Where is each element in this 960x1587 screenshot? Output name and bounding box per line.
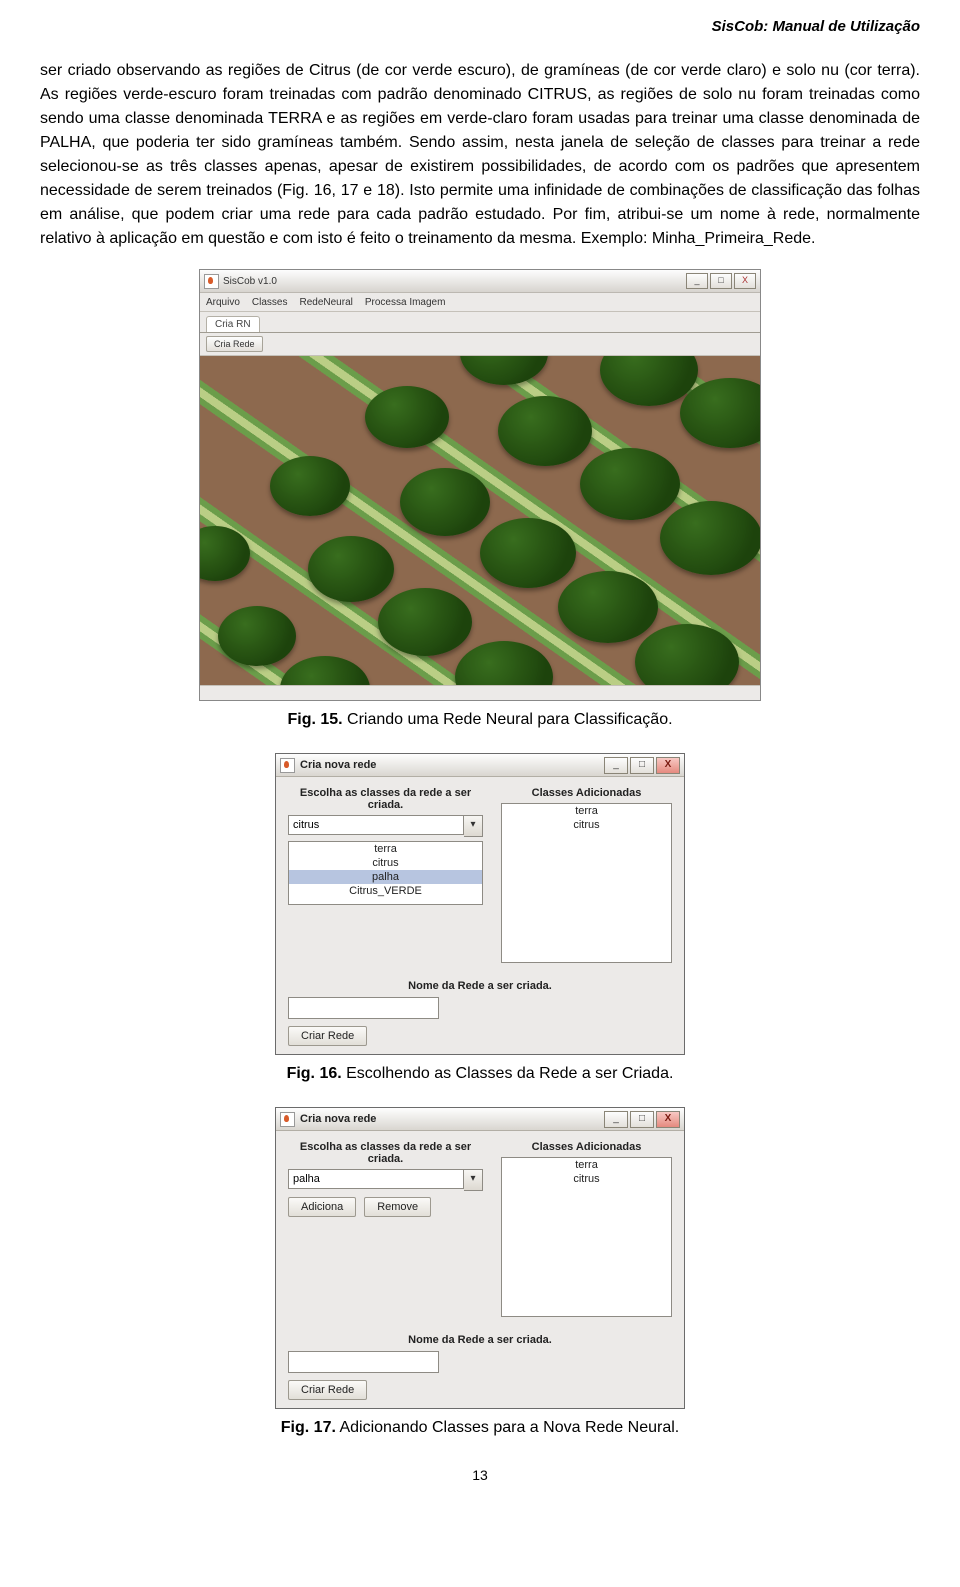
- list-item[interactable]: terra: [289, 842, 482, 856]
- maximize-button[interactable]: □: [630, 1111, 654, 1128]
- added-listbox[interactable]: terra citrus: [501, 1157, 672, 1317]
- network-name-input[interactable]: [288, 1351, 439, 1373]
- toolbar: Cria Rede: [200, 333, 760, 356]
- titlebar: SisCob v1.0 _ □ X: [200, 270, 760, 293]
- java-icon: [204, 274, 219, 289]
- dialog-title: Cria nova rede: [300, 1113, 376, 1125]
- caption-16-text: Escolhendo as Classes da Rede a ser Cria…: [342, 1065, 674, 1082]
- figure-15: SisCob v1.0 _ □ X Arquivo Classes RedeNe…: [40, 269, 920, 701]
- menu-redeneural[interactable]: RedeNeural: [299, 297, 352, 308]
- remove-button[interactable]: Remove: [364, 1197, 431, 1217]
- list-item[interactable]: citrus: [502, 818, 671, 832]
- list-item[interactable]: terra: [502, 1158, 671, 1172]
- caption-17-label: Fig. 17.: [281, 1419, 336, 1436]
- menubar: Arquivo Classes RedeNeural Processa Imag…: [200, 293, 760, 312]
- minimize-button[interactable]: _: [604, 757, 628, 774]
- caption-15: Fig. 15. Criando uma Rede Neural para Cl…: [40, 711, 920, 729]
- body-paragraph: ser criado observando as regiões de Citr…: [40, 59, 920, 251]
- caption-17-text: Adicionando Classes para a Nova Rede Neu…: [336, 1419, 679, 1436]
- figure-17: Cria nova rede _ □ X Escolha as classes …: [40, 1107, 920, 1409]
- list-item[interactable]: citrus: [289, 856, 482, 870]
- class-combo-input[interactable]: [288, 815, 464, 835]
- minimize-button[interactable]: _: [686, 273, 708, 289]
- tool-cria-rede[interactable]: Cria Rede: [206, 336, 263, 352]
- window-title: SisCob v1.0: [223, 276, 277, 287]
- menu-arquivo[interactable]: Arquivo: [206, 297, 240, 308]
- dialog-cria-rede-16: Cria nova rede _ □ X Escolha as classes …: [275, 753, 685, 1055]
- app-window: SisCob v1.0 _ □ X Arquivo Classes RedeNe…: [199, 269, 761, 701]
- caption-16-label: Fig. 16.: [287, 1065, 342, 1082]
- left-label: Escolha as classes da rede a ser criada.: [288, 1141, 483, 1165]
- added-listbox[interactable]: terra citrus: [501, 803, 672, 963]
- chevron-down-icon[interactable]: ▾: [464, 815, 483, 837]
- minimize-button[interactable]: _: [604, 1111, 628, 1128]
- java-icon: [280, 758, 295, 773]
- figure-16: Cria nova rede _ □ X Escolha as classes …: [40, 753, 920, 1055]
- name-label: Nome da Rede a ser criada.: [288, 980, 672, 992]
- class-listbox[interactable]: terra citrus palha Citrus_VERDE: [288, 841, 483, 905]
- right-label: Classes Adicionadas: [501, 787, 672, 799]
- caption-17: Fig. 17. Adicionando Classes para a Nova…: [40, 1419, 920, 1437]
- name-label: Nome da Rede a ser criada.: [288, 1334, 672, 1346]
- close-button[interactable]: X: [656, 757, 680, 774]
- tabbar: Cria RN: [200, 312, 760, 333]
- page-header: SisCob: Manual de Utilização: [40, 18, 920, 35]
- list-item[interactable]: Citrus_VERDE: [289, 884, 482, 898]
- chevron-down-icon[interactable]: ▾: [464, 1169, 483, 1191]
- maximize-button[interactable]: □: [710, 273, 732, 289]
- menu-classes[interactable]: Classes: [252, 297, 288, 308]
- class-combo-input[interactable]: [288, 1169, 464, 1189]
- caption-15-label: Fig. 15.: [287, 711, 342, 728]
- dialog-title: Cria nova rede: [300, 759, 376, 771]
- adiciona-button[interactable]: Adiciona: [288, 1197, 356, 1217]
- network-name-input[interactable]: [288, 997, 439, 1019]
- menu-processa[interactable]: Processa Imagem: [365, 297, 446, 308]
- close-button[interactable]: X: [734, 273, 756, 289]
- tab-cria-rn[interactable]: Cria RN: [206, 316, 260, 332]
- caption-15-text: Criando uma Rede Neural para Classificaç…: [343, 711, 673, 728]
- java-icon: [280, 1112, 295, 1127]
- list-item[interactable]: palha: [289, 870, 482, 884]
- maximize-button[interactable]: □: [630, 757, 654, 774]
- right-label: Classes Adicionadas: [501, 1141, 672, 1153]
- list-item[interactable]: terra: [502, 804, 671, 818]
- orchard-image: [200, 356, 760, 685]
- image-canvas[interactable]: [200, 356, 760, 685]
- statusbar: [200, 685, 760, 700]
- criar-rede-button[interactable]: Criar Rede: [288, 1380, 367, 1400]
- close-button[interactable]: X: [656, 1111, 680, 1128]
- page-number: 13: [40, 1467, 920, 1483]
- left-label: Escolha as classes da rede a ser criada.: [288, 787, 483, 811]
- class-combo[interactable]: ▾: [288, 815, 483, 837]
- dialog-cria-rede-17: Cria nova rede _ □ X Escolha as classes …: [275, 1107, 685, 1409]
- criar-rede-button[interactable]: Criar Rede: [288, 1026, 367, 1046]
- caption-16: Fig. 16. Escolhendo as Classes da Rede a…: [40, 1065, 920, 1083]
- class-combo[interactable]: ▾: [288, 1169, 483, 1191]
- list-item[interactable]: citrus: [502, 1172, 671, 1186]
